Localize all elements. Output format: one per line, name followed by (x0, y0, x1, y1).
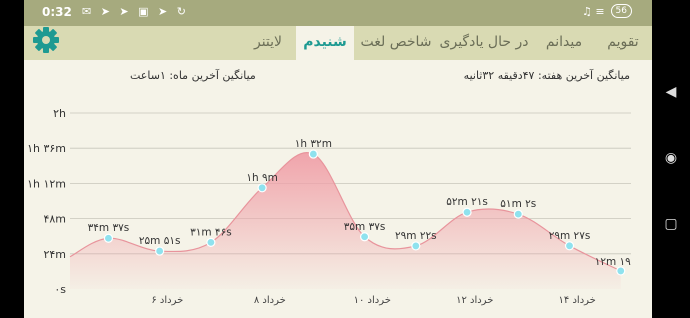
data-label: ۱۲m ۱۹ (595, 256, 631, 268)
system-nav-bar: ◀ ◉ ▢ (652, 0, 690, 318)
y-tick-label: ۴۸m (43, 213, 66, 226)
recent-apps-icon[interactable]: ▢ (663, 216, 679, 232)
y-tick-label: ۲۴m (43, 248, 66, 261)
data-point (616, 266, 626, 276)
data-point (103, 233, 114, 243)
data-label: ۱h ۳۲m (295, 138, 332, 150)
tab-learning[interactable]: در حال یادگیری (436, 26, 532, 60)
data-label: ۳۱m ۴۶s (190, 226, 232, 238)
data-label: ۵۱m ۲s (500, 198, 536, 210)
data-point (411, 241, 421, 251)
data-label: ۲۹m ۲۷s (549, 230, 591, 242)
x-tick-label: ۸ خرداد (254, 295, 286, 306)
data-label: ۱h ۹m (246, 172, 278, 184)
signal-icons: ♫ ≡ (581, 4, 605, 18)
listening-chart: ۰s ۲۴m ۴۸m ۱h ۱۲m ۱h ۳۶m ۲h ۳۴m ۳۷s ۲۵m ۵۱s ۳۱m … (27, 107, 631, 306)
notification-icons: ✉ ➤ ➤ ▣ ➤ ↻ (82, 5, 189, 18)
data-point (513, 209, 523, 219)
y-tick-label: ۰s (54, 283, 66, 296)
home-icon[interactable]: ◉ (663, 150, 679, 166)
tab-leitner[interactable]: لایتنر (244, 26, 292, 60)
data-point (206, 237, 216, 248)
battery-icon: 56 (610, 4, 632, 18)
data-point (155, 246, 165, 256)
back-icon[interactable]: ◀ (663, 84, 679, 100)
data-label: ۳۴m ۳۷s (88, 222, 130, 234)
data-label: ۵۲m ۲۱s (446, 196, 488, 208)
data-label: ۲۵m ۵۱s (139, 235, 181, 247)
tab-calendar[interactable]: تقویم (598, 26, 648, 60)
data-point (564, 241, 575, 251)
status-time: 0:32 (42, 5, 72, 19)
status-bar: 0:32 ✉ ➤ ➤ ▣ ➤ ↻ ♫ ≡ 56 (24, 0, 652, 26)
tab-bar: تقویم میدانم در حال یادگیری شاخص لغت شنی… (24, 26, 652, 60)
x-tick-label: ۶ خرداد (151, 295, 183, 306)
settings-gear-icon[interactable] (32, 26, 60, 54)
y-tick-label: ۱h ۱۲m (27, 177, 66, 190)
x-tick-label: ۱۲ خرداد (456, 295, 493, 306)
y-tick-label: ۲h (53, 107, 66, 120)
x-tick-label: ۱۴ خرداد (559, 295, 596, 306)
tab-word-index[interactable]: شاخص لغت (358, 26, 434, 60)
tab-i-know[interactable]: میدانم (536, 26, 592, 60)
app-window: 0:32 ✉ ➤ ➤ ▣ ➤ ↻ ♫ ≡ 56 تقویم میدانم در … (24, 0, 652, 318)
data-point (359, 232, 370, 242)
data-label: ۳۵m ۳۷s (344, 221, 386, 233)
data-point (308, 149, 318, 159)
data-label: ۲۹m ۲۲s (395, 230, 437, 242)
status-icons: ♫ ≡ 56 (582, 4, 632, 18)
data-point (462, 207, 472, 217)
data-point (257, 183, 267, 193)
chart-area: میانگین آخرین هفته: ۴۷دقیقه ۳۲ثانیه میان… (24, 60, 652, 318)
tab-listened[interactable]: شنیدم (296, 26, 354, 60)
x-tick-label: ۱۰ خرداد (354, 295, 391, 306)
y-tick-label: ۱h ۳۶m (27, 142, 66, 155)
